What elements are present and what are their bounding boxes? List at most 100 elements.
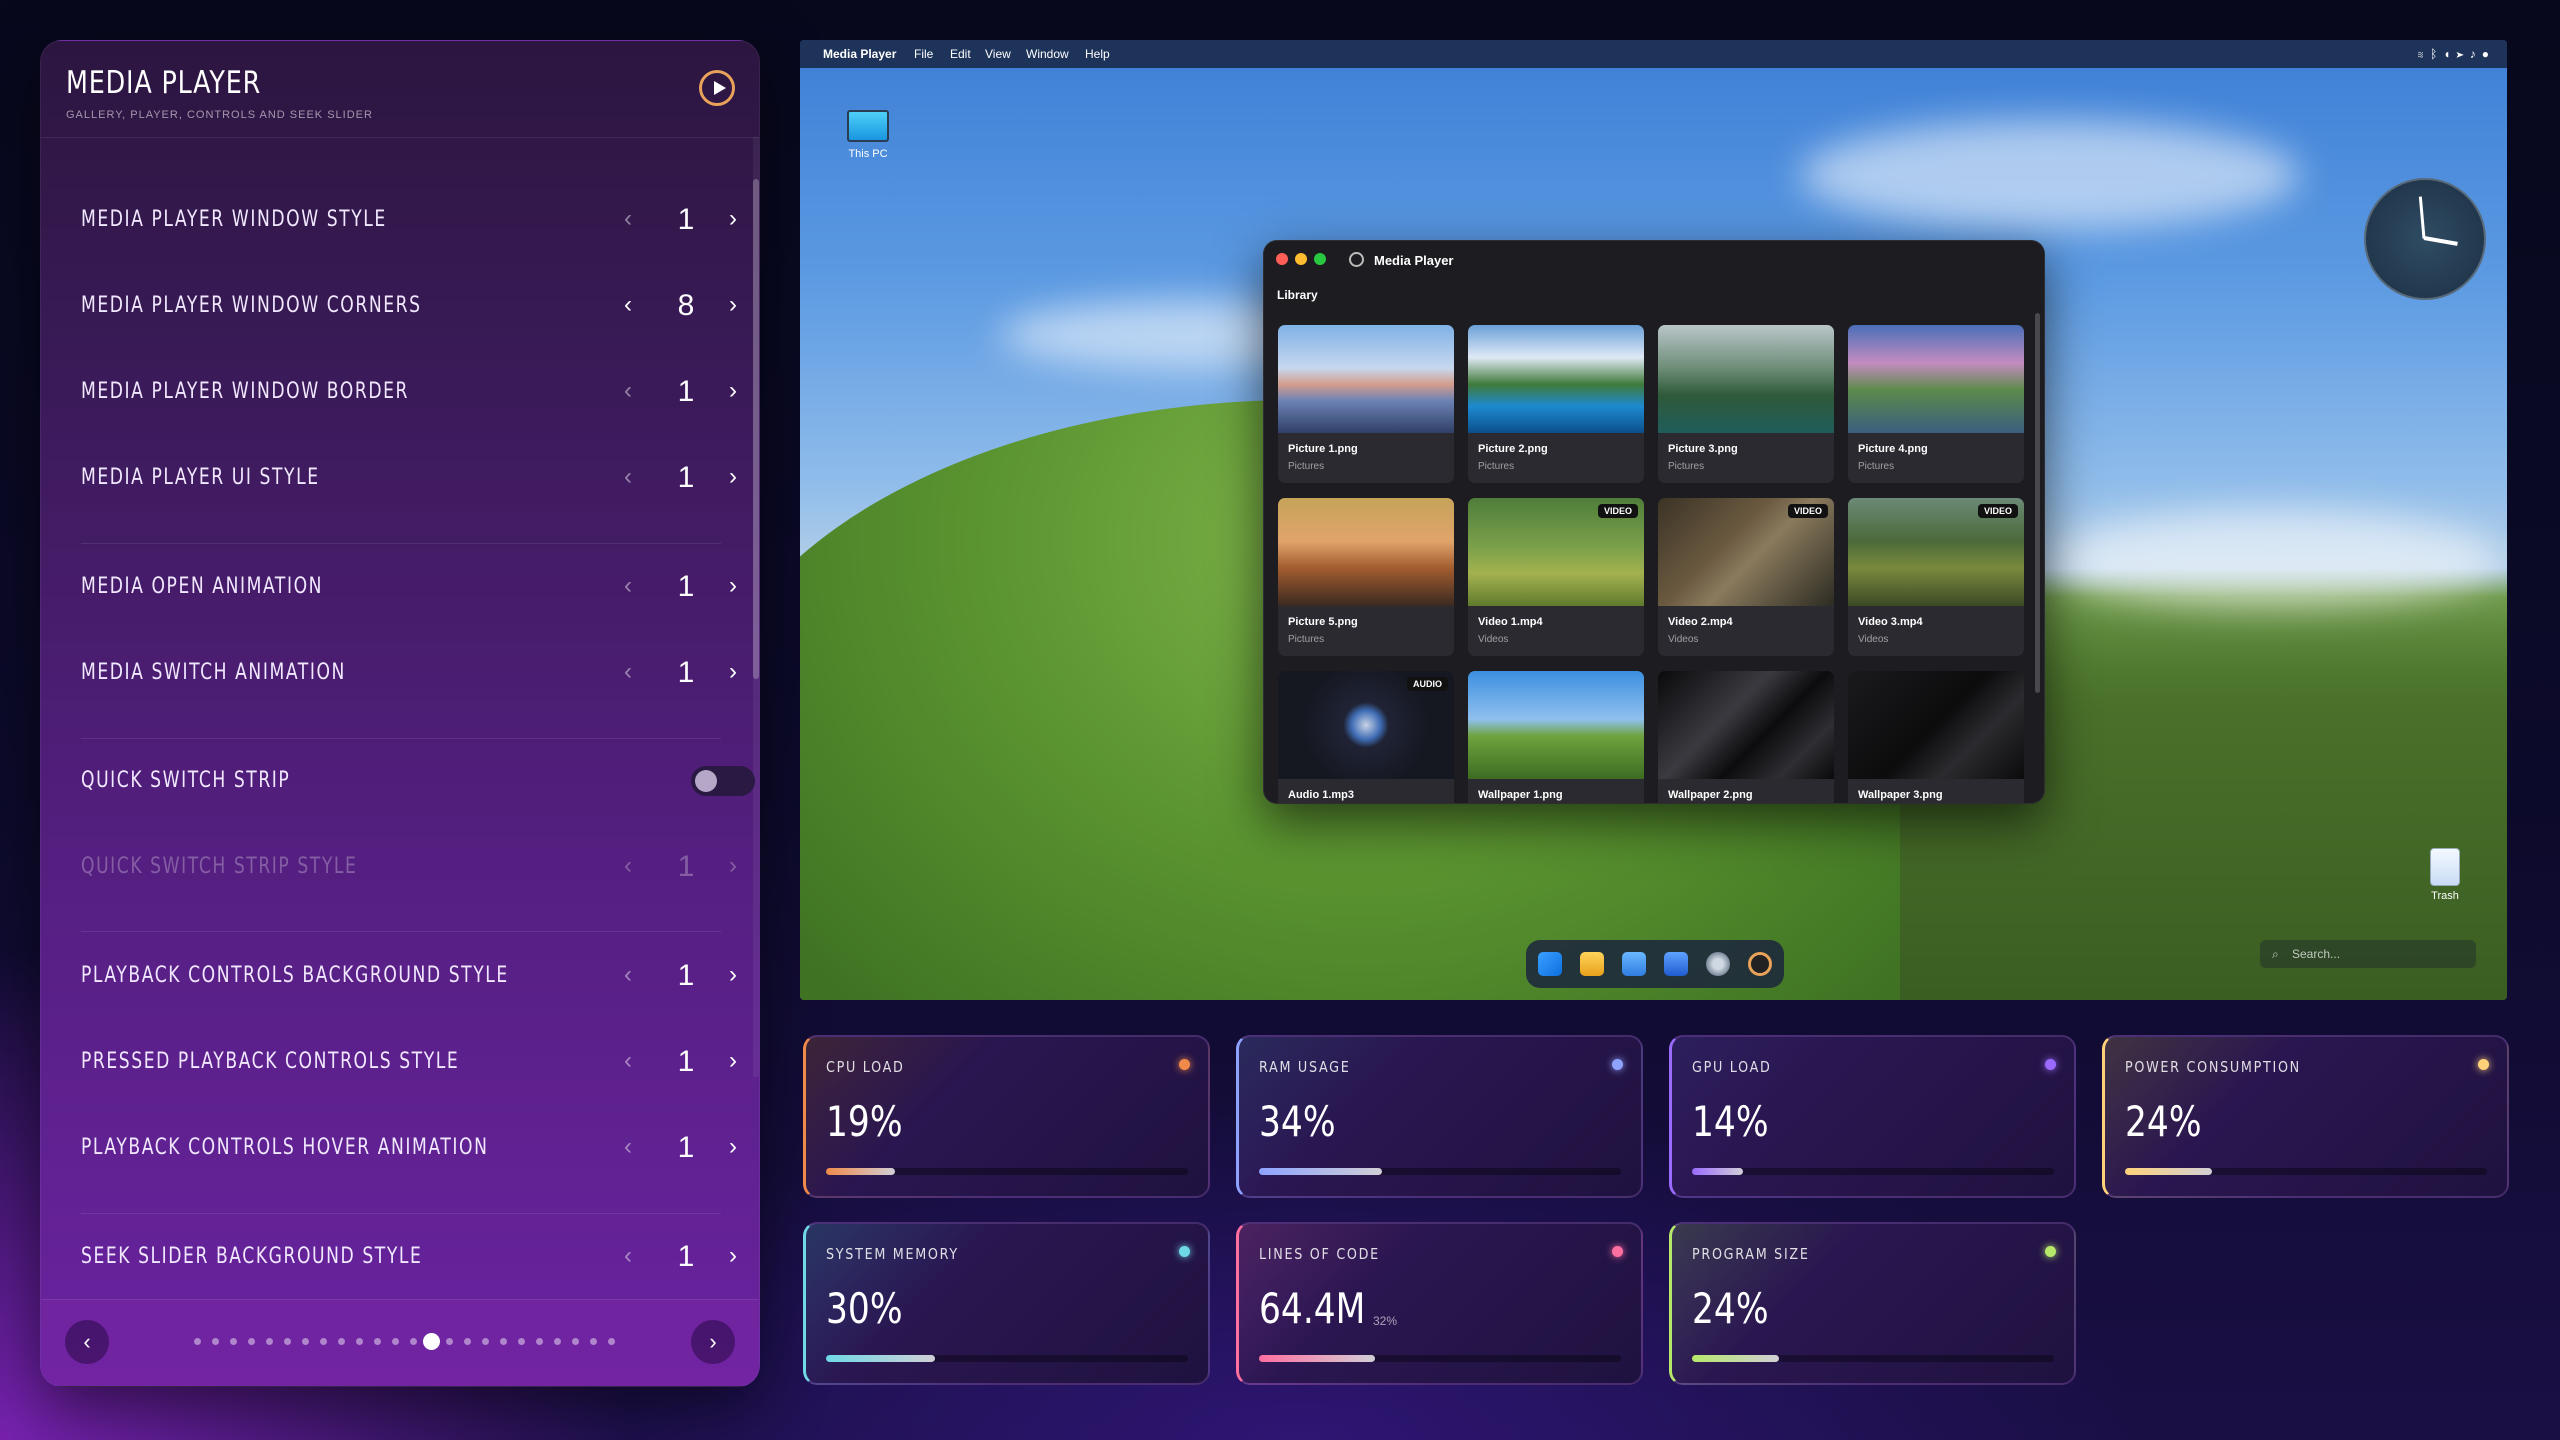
menu-help[interactable]: Help — [1085, 47, 1110, 61]
page-dot[interactable] — [410, 1338, 417, 1345]
page-dot[interactable] — [518, 1338, 525, 1345]
page-dot[interactable] — [248, 1338, 255, 1345]
windows-start-icon[interactable] — [1538, 952, 1562, 976]
decrement-arrow[interactable]: ‹ — [624, 291, 632, 319]
folder-icon[interactable] — [1580, 952, 1604, 976]
previous-page-button[interactable]: ‹ — [65, 1320, 109, 1364]
media-tile[interactable]: Wallpaper 1.png — [1468, 671, 1644, 803]
media-tile[interactable]: Wallpaper 2.png — [1658, 671, 1834, 803]
decrement-arrow[interactable]: ‹ — [624, 1133, 632, 1161]
page-dot[interactable] — [392, 1338, 399, 1345]
decrement-arrow[interactable]: ‹ — [624, 1242, 632, 1270]
quick-switch-toggle[interactable] — [691, 766, 755, 796]
increment-arrow[interactable]: › — [729, 1242, 737, 1270]
media-player-icon[interactable] — [1748, 952, 1772, 976]
desktop-search[interactable]: ⌕ Search... — [2260, 940, 2476, 968]
setting-row[interactable]: MEDIA SWITCH ANIMATION ‹ 1 › — [81, 644, 737, 704]
increment-arrow[interactable]: › — [729, 291, 737, 319]
page-dot[interactable] — [572, 1338, 579, 1345]
scroll-thumb[interactable] — [753, 179, 759, 679]
increment-arrow[interactable]: › — [729, 572, 737, 600]
setting-row[interactable]: MEDIA OPEN ANIMATION ‹ 1 › — [81, 558, 737, 618]
page-dot[interactable] — [284, 1338, 291, 1345]
media-tile[interactable]: Picture 4.png Pictures — [1848, 325, 2024, 483]
increment-arrow[interactable]: › — [729, 463, 737, 491]
page-dot[interactable] — [423, 1333, 440, 1350]
bluetooth-icon[interactable]: ᛒ — [2430, 47, 2443, 61]
page-dot[interactable] — [194, 1338, 201, 1345]
media-tile[interactable]: Picture 1.png Pictures — [1278, 325, 1454, 483]
setting-row[interactable]: MEDIA PLAYER WINDOW CORNERS ‹ 8 › — [81, 277, 737, 337]
maximize-button[interactable] — [1314, 253, 1326, 265]
volume-icon[interactable]: ◖ — [2443, 47, 2456, 61]
bell-icon[interactable]: ♪ — [2470, 47, 2482, 61]
page-dot[interactable] — [536, 1338, 543, 1345]
decrement-arrow[interactable]: ‹ — [624, 658, 632, 686]
settings-icon[interactable] — [1706, 952, 1730, 976]
media-tile[interactable]: VIDEO Video 3.mp4 Videos — [1848, 498, 2024, 656]
close-button[interactable] — [1276, 253, 1288, 265]
page-dot[interactable] — [320, 1338, 327, 1345]
media-tile[interactable]: VIDEO Video 1.mp4 Videos — [1468, 498, 1644, 656]
media-tile[interactable]: AUDIO Audio 1.mp3 — [1278, 671, 1454, 803]
media-tile[interactable]: Wallpaper 3.png — [1848, 671, 2024, 803]
setting-row[interactable]: SEEK SLIDER BACKGROUND STYLE ‹ 1 › — [81, 1228, 737, 1288]
page-dot[interactable] — [590, 1338, 597, 1345]
stat-progress-fill — [826, 1355, 935, 1362]
setting-row[interactable]: PLAYBACK CONTROLS HOVER ANIMATION ‹ 1 › — [81, 1119, 737, 1179]
page-dot[interactable] — [500, 1338, 507, 1345]
menu-window[interactable]: Window — [1026, 47, 1069, 61]
setting-row[interactable]: PRESSED PLAYBACK CONTROLS STYLE ‹ 1 › — [81, 1033, 737, 1093]
menu-view[interactable]: View — [985, 47, 1011, 61]
setting-row[interactable]: MEDIA PLAYER WINDOW BORDER ‹ 1 › — [81, 363, 737, 423]
page-dot[interactable] — [266, 1338, 273, 1345]
notes-icon[interactable] — [1622, 952, 1646, 976]
page-dot[interactable] — [374, 1338, 381, 1345]
increment-arrow[interactable]: › — [729, 205, 737, 233]
setting-row[interactable]: QUICK SWITCH STRIP — [81, 752, 755, 812]
media-tile[interactable]: VIDEO Video 2.mp4 Videos — [1658, 498, 1834, 656]
setting-row[interactable]: MEDIA PLAYER WINDOW STYLE ‹ 1 › — [81, 191, 737, 251]
decrement-arrow[interactable]: ‹ — [624, 961, 632, 989]
increment-arrow[interactable]: › — [729, 961, 737, 989]
media-tile[interactable]: Picture 2.png Pictures — [1468, 325, 1644, 483]
minimize-button[interactable] — [1295, 253, 1307, 265]
page-dot[interactable] — [302, 1338, 309, 1345]
page-dot[interactable] — [464, 1338, 471, 1345]
decrement-arrow[interactable]: ‹ — [624, 377, 632, 405]
trash-shortcut[interactable]: Trash — [2420, 848, 2470, 902]
decrement-arrow[interactable]: ‹ — [624, 205, 632, 233]
window-scrollbar[interactable] — [2035, 313, 2040, 693]
page-dot[interactable] — [356, 1338, 363, 1345]
media-tile[interactable]: Picture 5.png Pictures — [1278, 498, 1454, 656]
menu-app-name[interactable]: Media Player — [823, 47, 896, 61]
page-dot[interactable] — [338, 1338, 345, 1345]
increment-arrow[interactable]: › — [729, 377, 737, 405]
wifi-icon[interactable]: ≋ — [2417, 47, 2430, 61]
page-dot[interactable] — [608, 1338, 615, 1345]
next-page-button[interactable]: › — [691, 1320, 735, 1364]
stat-progress-bar — [2125, 1168, 2487, 1175]
decrement-arrow[interactable]: ‹ — [624, 572, 632, 600]
page-dot[interactable] — [482, 1338, 489, 1345]
increment-arrow[interactable]: › — [729, 658, 737, 686]
increment-arrow[interactable]: › — [729, 1047, 737, 1075]
play-icon[interactable] — [699, 70, 735, 106]
decrement-arrow[interactable]: ‹ — [624, 463, 632, 491]
menu-file[interactable]: File — [914, 47, 933, 61]
this-pc-shortcut[interactable]: This PC — [838, 110, 898, 160]
setting-row[interactable]: PLAYBACK CONTROLS BACKGROUND STYLE ‹ 1 › — [81, 947, 737, 1007]
increment-arrow[interactable]: › — [729, 1133, 737, 1161]
user-icon[interactable]: ● — [2482, 47, 2495, 61]
calendar-icon[interactable] — [1664, 952, 1688, 976]
page-dot[interactable] — [212, 1338, 219, 1345]
page-dot[interactable] — [554, 1338, 561, 1345]
media-tile[interactable]: Picture 3.png Pictures — [1658, 325, 1834, 483]
decrement-arrow[interactable]: ‹ — [624, 1047, 632, 1075]
page-dot[interactable] — [230, 1338, 237, 1345]
location-icon[interactable]: ➤ — [2457, 47, 2470, 61]
page-dot[interactable] — [446, 1338, 453, 1345]
panel-scrollbar[interactable] — [753, 137, 759, 1077]
menu-edit[interactable]: Edit — [950, 47, 971, 61]
setting-row[interactable]: MEDIA PLAYER UI STYLE ‹ 1 › — [81, 449, 737, 509]
